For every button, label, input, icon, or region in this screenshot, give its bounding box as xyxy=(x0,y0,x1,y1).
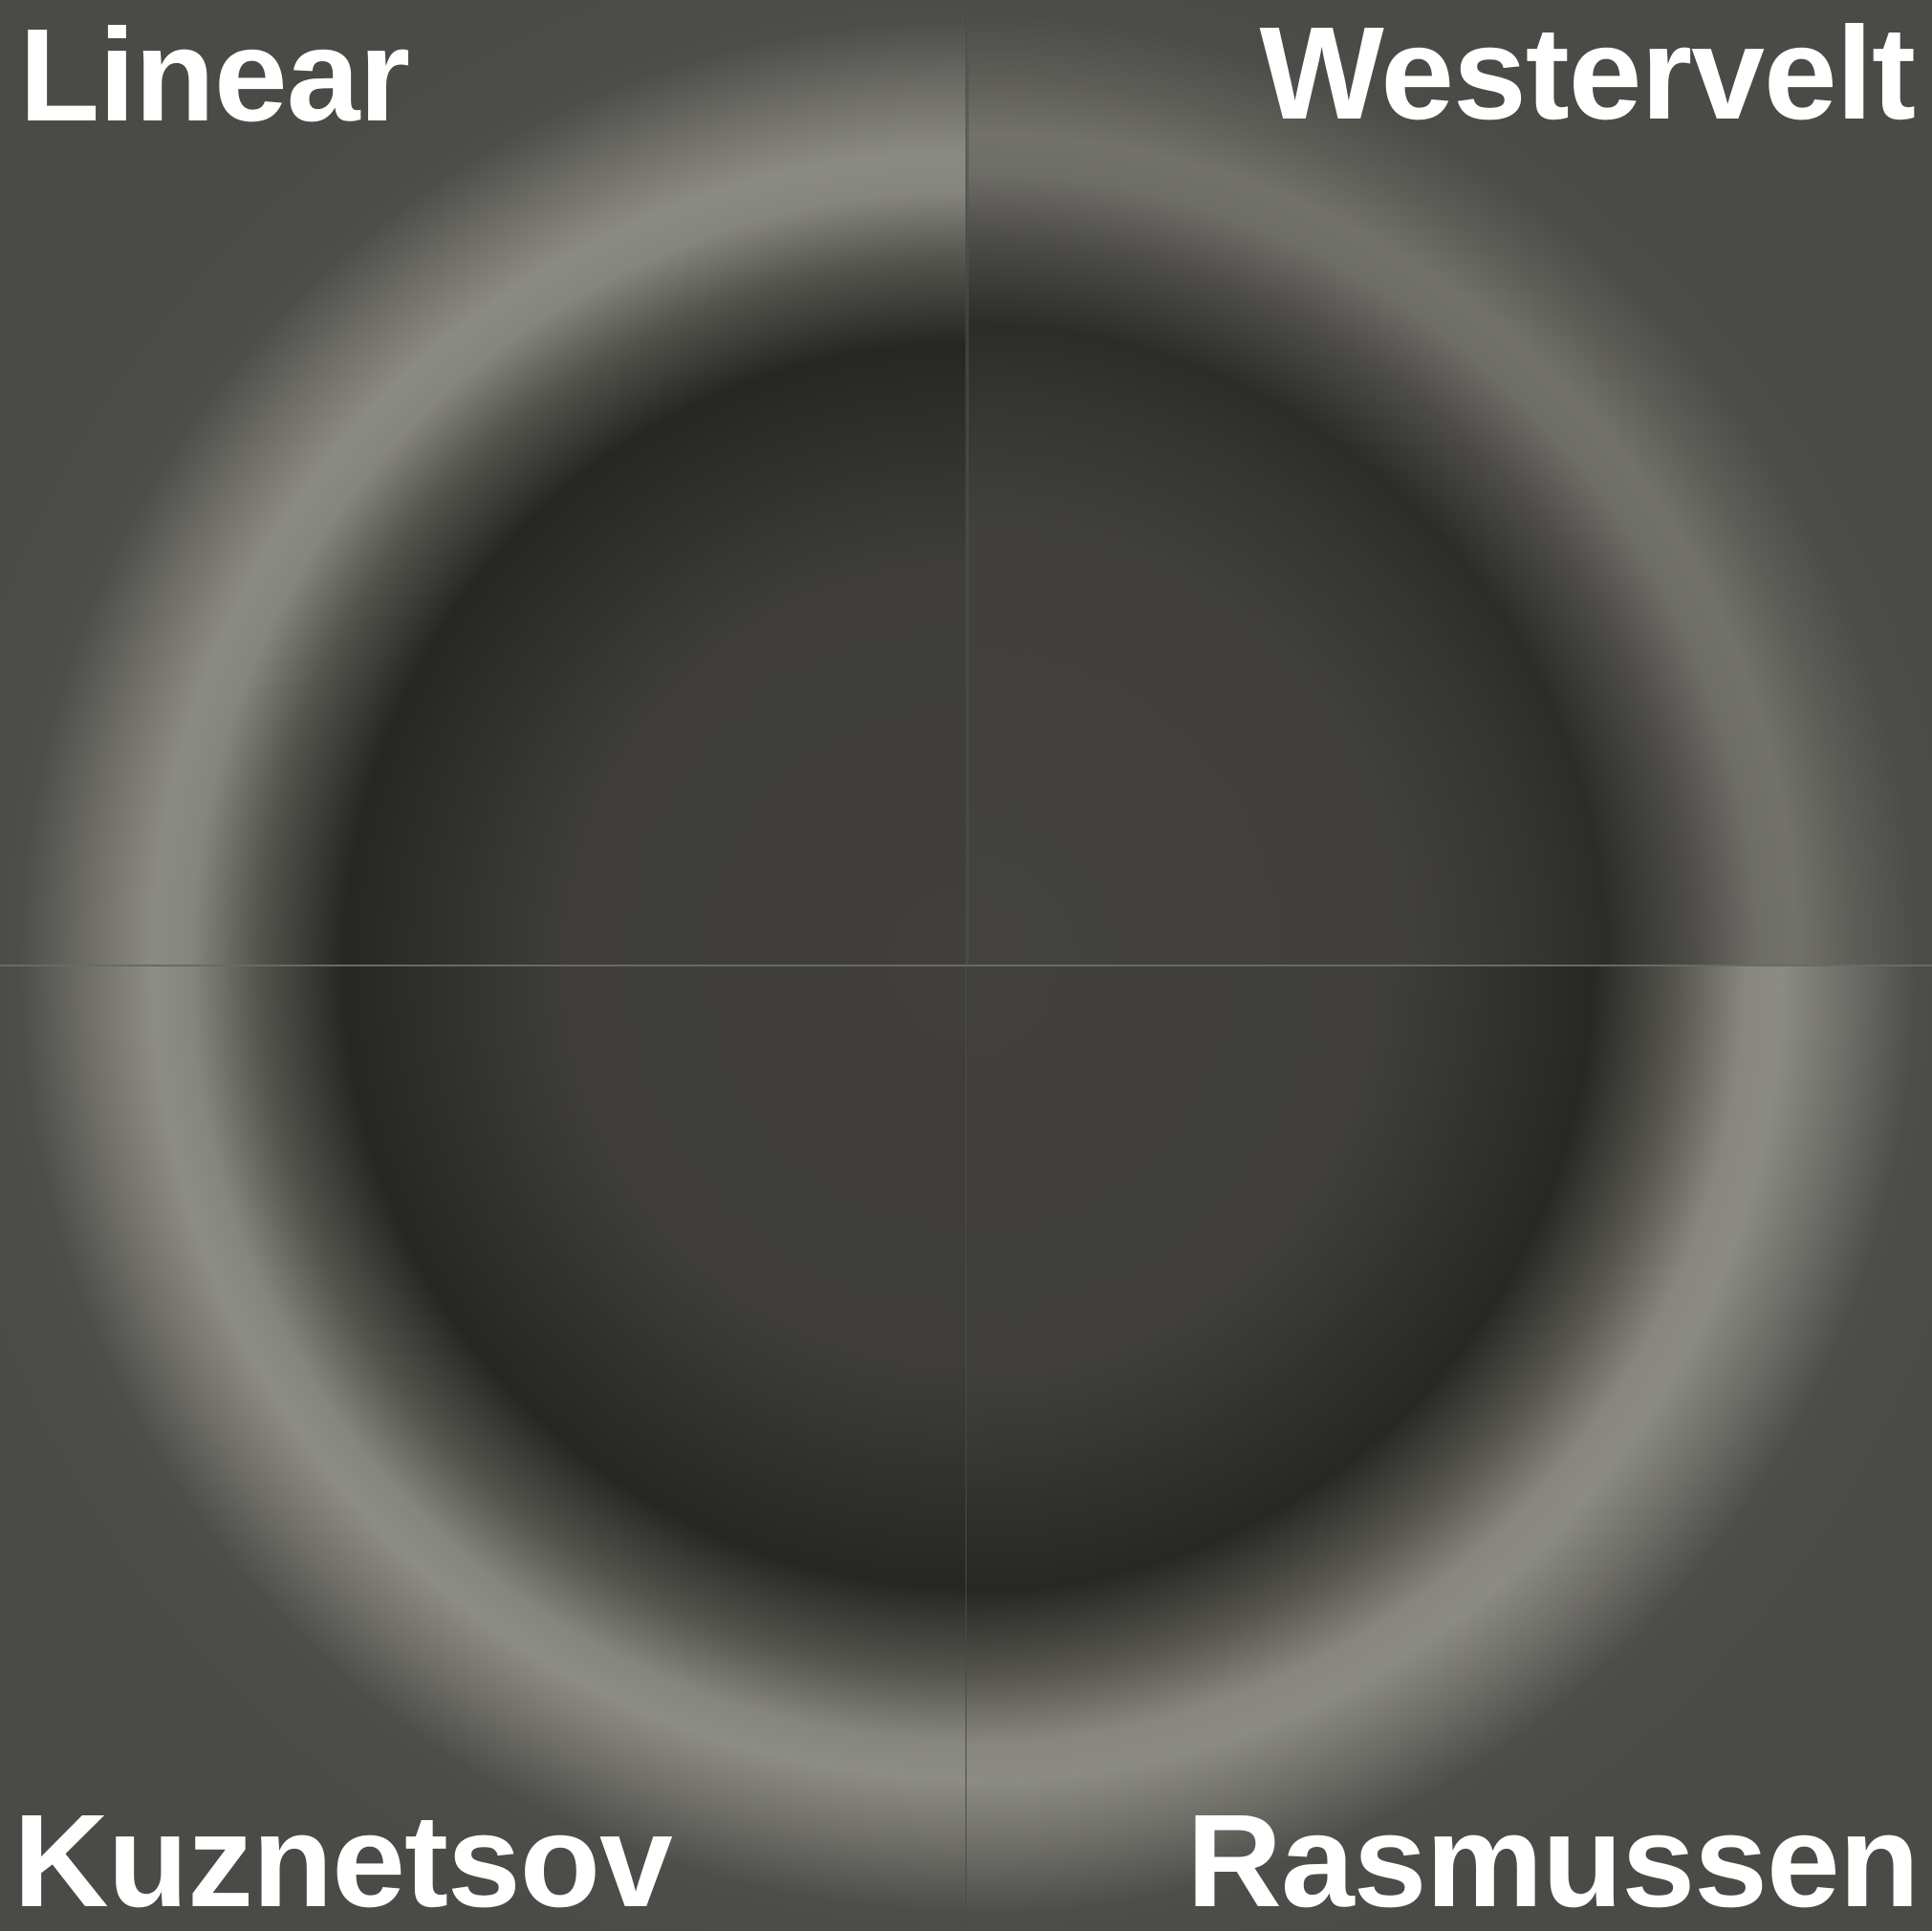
panel-kuznetsov xyxy=(0,966,966,1931)
label-westervelt: Westervelt xyxy=(1259,0,1916,147)
label-linear: Linear xyxy=(19,2,410,149)
ring-field-kuznetsov xyxy=(0,966,966,1931)
label-rasmussen: Rasmussen xyxy=(1186,1788,1920,1931)
vertical-divider xyxy=(967,0,968,966)
ring-field-rasmussen xyxy=(966,966,1932,1931)
horizontal-divider xyxy=(0,965,1932,966)
comparison-canvas: Linear Westervelt Kuznetsov Rasmussen xyxy=(0,0,1932,1931)
panel-rasmussen xyxy=(966,966,1932,1931)
label-kuznetsov: Kuznetsov xyxy=(13,1788,673,1931)
